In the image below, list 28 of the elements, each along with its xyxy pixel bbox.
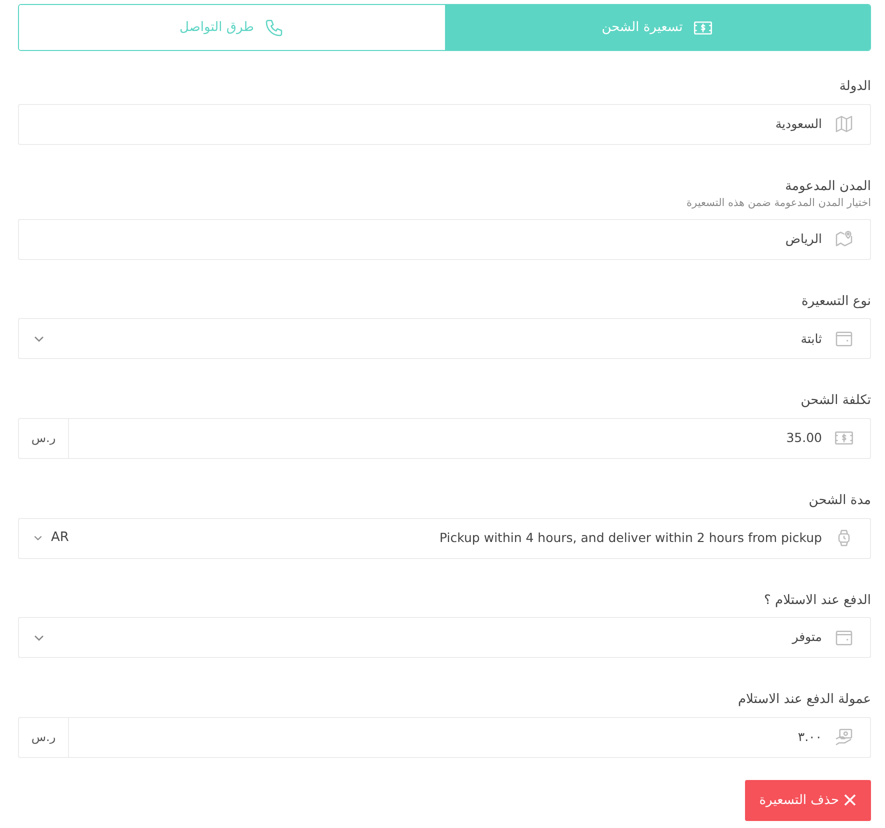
currency-unit: ر.س [19, 418, 69, 458]
currency-unit: ر.س [19, 718, 69, 757]
phone-icon [264, 18, 284, 38]
field-label: نوع التسعيرة [800, 294, 871, 310]
field-label: مدة الشحن [808, 492, 871, 509]
field-hint: اختيار المدن المدعومة ضمن هذه التسعيرة [686, 197, 871, 210]
field-value: الرياض [785, 230, 822, 248]
field-label: المدن المدعومة [784, 178, 871, 194]
map-pin-icon [834, 229, 854, 250]
field-value: السعودية [775, 114, 822, 133]
cash-hand-icon [834, 727, 854, 748]
select-field[interactable]: ثابتة [18, 318, 871, 360]
map-icon [834, 114, 854, 134]
field-label: الدفع عند الاستلام ؟ [763, 592, 871, 608]
wallet-icon [834, 628, 854, 648]
field-value: ٣.٠٠ [798, 728, 822, 746]
input-field[interactable]: السعودية [18, 104, 871, 145]
wallet-icon [834, 328, 854, 349]
select-field[interactable]: متوفر [18, 617, 871, 658]
field-label: تكلفة الشحن [800, 393, 871, 409]
input-field[interactable]: الرياض [18, 218, 871, 260]
field-value: 35.00 [786, 429, 822, 448]
field-value: ثابتة [800, 330, 822, 348]
close-icon [843, 793, 857, 808]
input-field[interactable]: ٣.٠٠ ر.س [18, 716, 871, 758]
field-label: الدولة [838, 79, 871, 95]
field-label: عمولة الدفع عند الاستلام [737, 692, 871, 708]
field-value: متوفر [792, 628, 822, 646]
